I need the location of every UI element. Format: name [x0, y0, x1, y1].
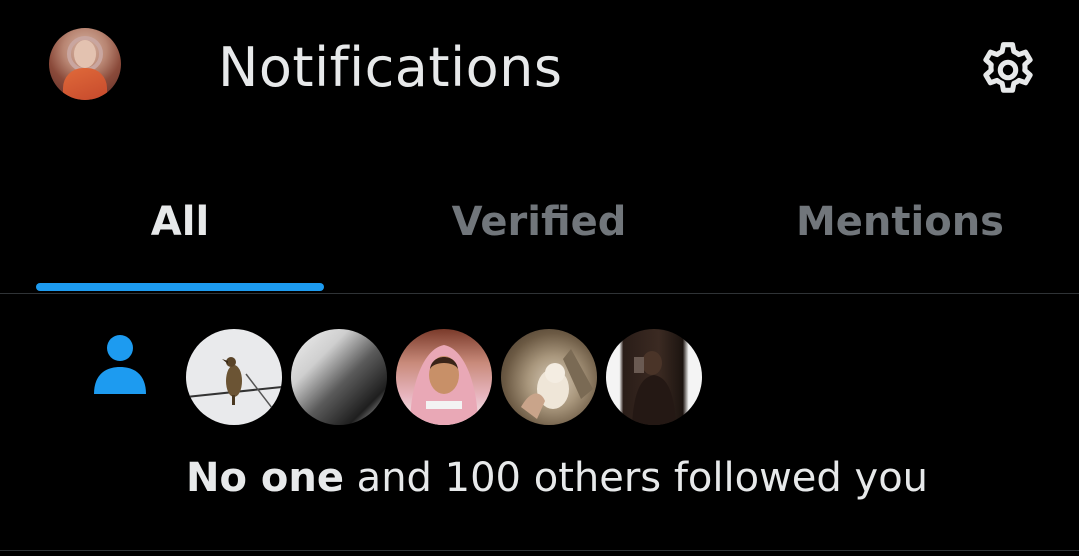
notification-text: No one and 100 others followed you: [186, 452, 928, 504]
tab-mentions[interactable]: Mentions: [756, 170, 1044, 293]
bird-on-wire-image: [186, 357, 282, 422]
avatar-body: [63, 68, 107, 100]
tab-bar: All Verified Mentions: [0, 170, 1079, 294]
notification-message: and 100 others followed you: [343, 455, 929, 501]
header: Notifications: [0, 0, 1079, 140]
notification-actor: No one: [186, 455, 344, 501]
tab-all[interactable]: All: [36, 170, 324, 293]
avatar-head: [74, 40, 96, 68]
page-title: Notifications: [218, 36, 563, 99]
follower-avatar-woman[interactable]: [291, 329, 387, 425]
man-in-hoodie-image: [410, 345, 478, 425]
notifications-screen: Notifications All Verified Mentions No o…: [0, 0, 1079, 556]
tab-verified[interactable]: Verified: [395, 170, 683, 293]
follower-avatar-bird[interactable]: [186, 329, 282, 425]
follower-avatar-cat[interactable]: [501, 329, 597, 425]
gear-icon: [983, 42, 1033, 93]
divider: [0, 550, 1079, 551]
active-tab-indicator: [36, 283, 324, 291]
settings-button[interactable]: [972, 34, 1044, 106]
follower-avatar-man-hoodie[interactable]: [396, 329, 492, 425]
tab-verified-label: Verified: [451, 198, 627, 245]
cat-held-image: [521, 349, 593, 419]
profile-avatar[interactable]: [49, 28, 121, 100]
tab-all-label: All: [150, 198, 210, 245]
follower-avatar-mirror-selfie[interactable]: [606, 329, 702, 425]
follow-notification[interactable]: No one and 100 others followed you: [0, 294, 1079, 556]
tab-mentions-label: Mentions: [795, 198, 1004, 245]
person-mirror-selfie-image: [632, 351, 676, 425]
person-icon: [94, 335, 146, 394]
